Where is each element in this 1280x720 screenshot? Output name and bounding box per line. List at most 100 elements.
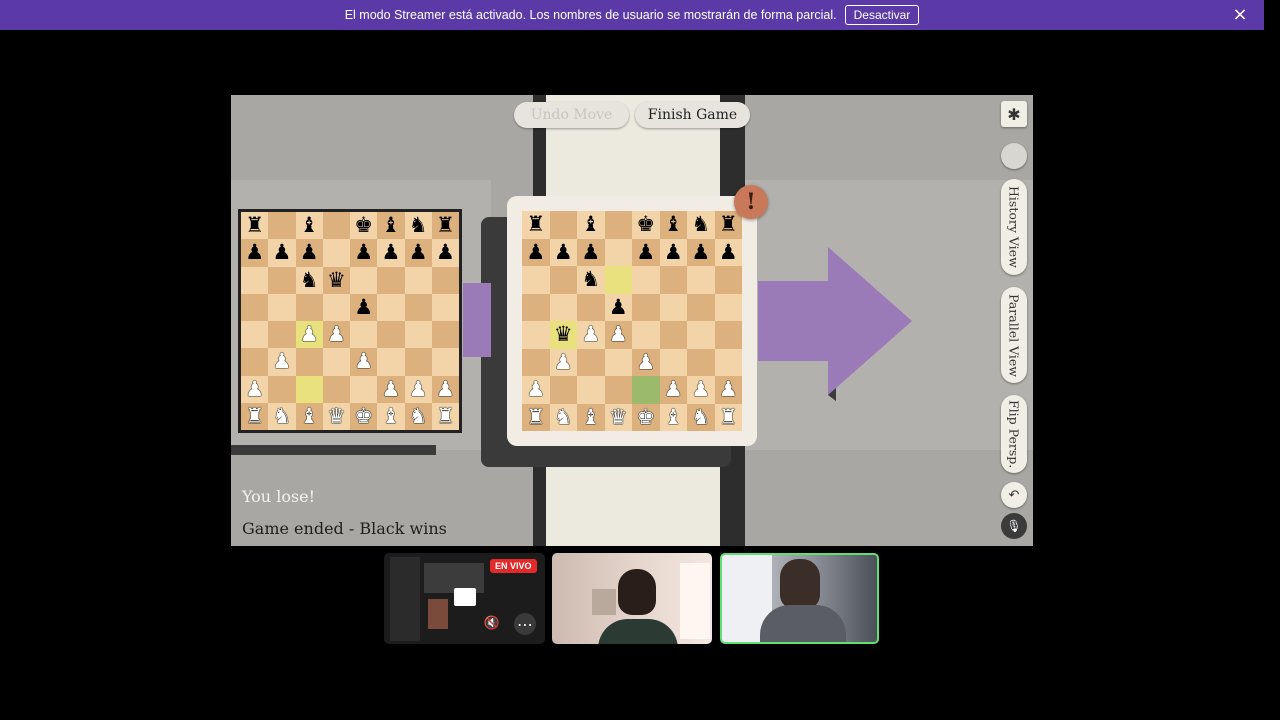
white-queen-icon[interactable]: ♛ — [327, 405, 346, 427]
square-f6[interactable] — [659, 266, 687, 294]
square-g4[interactable] — [404, 321, 432, 349]
square-a2[interactable]: ♟ — [241, 375, 269, 403]
square-h2[interactable]: ♟ — [714, 376, 742, 404]
white-knight-icon[interactable]: ♞ — [554, 406, 573, 428]
white-rook-icon[interactable]: ♜ — [526, 406, 545, 428]
square-g2[interactable]: ♟ — [404, 375, 432, 403]
square-h4[interactable] — [431, 321, 459, 349]
mute-icon[interactable]: 🔇 — [482, 613, 502, 633]
square-a8[interactable]: ♜ — [522, 211, 550, 239]
square-d2[interactable] — [322, 375, 350, 403]
square-h5[interactable] — [714, 293, 742, 321]
board-grid[interactable]: ♜ ♝ ♚ ♝ ♞ ♜ ♟ ♟ ♟ ♟ ♟ ♟ ♟ ♞ ♟ ♛ ♟ ♟ ♟ ♟ ♟ ♟ ♟ ♟ ♜ ♞ ♝ ♛ ♚ ♝ ♞ ♜ — [522, 211, 742, 431]
white-bishop-icon[interactable]: ♝ — [381, 405, 400, 427]
square-c4[interactable]: ♟ — [295, 321, 323, 349]
square-c3[interactable] — [295, 348, 323, 376]
square-b1[interactable]: ♞ — [268, 402, 296, 430]
square-c2[interactable] — [577, 376, 605, 404]
black-bishop-icon[interactable]: ♝ — [381, 215, 400, 236]
square-f4[interactable] — [659, 321, 687, 349]
square-d1[interactable]: ♛ — [604, 403, 632, 431]
square-h7[interactable]: ♟ — [431, 239, 459, 267]
square-c6[interactable]: ♞ — [295, 266, 323, 294]
square-f8[interactable]: ♝ — [377, 212, 405, 240]
black-pawn-icon[interactable]: ♟ — [354, 296, 373, 318]
square-a2[interactable]: ♟ — [522, 376, 550, 404]
board-grid[interactable]: ♜ ♝ ♚ ♝ ♞ ♜ ♟ ♟ ♟ ♟ ♟ ♟ ♟ ♞ ♛ ♟ ♟ ♟ ♟ ♟ ♟ ♟ ♟ ♟ ♜ ♞ ♝ ♛ ♚ ♝ ♞ ♜ — [241, 212, 459, 430]
white-pawn-icon[interactable]: ♟ — [327, 324, 346, 345]
square-g1[interactable]: ♞ — [687, 403, 715, 431]
black-pawn-icon[interactable]: ♟ — [436, 242, 455, 263]
chess-board-past[interactable]: ♜ ♝ ♚ ♝ ♞ ♜ ♟ ♟ ♟ ♟ ♟ ♟ ♟ ♞ ♛ ♟ ♟ ♟ ♟ ♟ ♟ ♟ ♟ ♟ ♜ ♞ ♝ ♛ ♚ ♝ ♞ ♜ — [238, 209, 462, 433]
square-g8[interactable]: ♞ — [404, 212, 432, 240]
square-e1[interactable]: ♚ — [350, 402, 378, 430]
black-rook-icon[interactable]: ♜ — [245, 215, 264, 236]
square-f4[interactable] — [377, 321, 405, 349]
square-h6[interactable] — [431, 266, 459, 294]
square-e8[interactable]: ♚ — [632, 211, 660, 239]
white-knight-icon[interactable]: ♞ — [409, 405, 428, 427]
undo-move-button[interactable]: Undo Move — [514, 102, 629, 128]
black-pawn-icon[interactable]: ♟ — [245, 242, 264, 263]
square-a1[interactable]: ♜ — [241, 402, 269, 430]
white-pawn-icon[interactable]: ♟ — [409, 378, 428, 400]
square-b2[interactable] — [549, 376, 577, 404]
square-h1[interactable]: ♜ — [431, 402, 459, 430]
square-e2[interactable] — [350, 375, 378, 403]
square-a1[interactable]: ♜ — [522, 403, 550, 431]
square-b6[interactable] — [268, 266, 296, 294]
finish-game-button[interactable]: Finish Game — [635, 102, 750, 128]
black-king-icon[interactable]: ♚ — [636, 214, 655, 235]
screen-share-icon[interactable] — [454, 588, 476, 606]
square-f2[interactable]: ♟ — [377, 375, 405, 403]
square-b2[interactable] — [268, 375, 296, 403]
white-rook-icon[interactable]: ♜ — [245, 405, 264, 427]
square-a5[interactable] — [522, 293, 550, 321]
square-a6[interactable] — [241, 266, 269, 294]
square-a3[interactable] — [522, 348, 550, 376]
square-a7[interactable]: ♟ — [241, 239, 269, 267]
square-e6[interactable] — [632, 266, 660, 294]
square-d6[interactable]: ♛ — [322, 266, 350, 294]
white-pawn-icon[interactable]: ♟ — [581, 324, 600, 345]
square-f3[interactable] — [377, 348, 405, 376]
white-pawn-icon[interactable]: ♟ — [381, 378, 400, 400]
black-knight-icon[interactable]: ♞ — [300, 269, 319, 291]
square-f2[interactable]: ♟ — [659, 376, 687, 404]
square-b8[interactable] — [549, 211, 577, 239]
white-queen-icon[interactable]: ♛ — [609, 406, 628, 428]
square-c7[interactable]: ♟ — [295, 239, 323, 267]
black-rook-icon[interactable]: ♜ — [436, 215, 455, 236]
square-b6[interactable] — [549, 266, 577, 294]
white-king-icon[interactable]: ♚ — [636, 406, 655, 428]
black-pawn-icon[interactable]: ♟ — [409, 242, 428, 263]
square-e4[interactable] — [350, 321, 378, 349]
square-c3[interactable] — [577, 348, 605, 376]
history-view-button[interactable]: History View — [1001, 179, 1027, 275]
square-b7[interactable]: ♟ — [549, 238, 577, 266]
white-pawn-icon[interactable]: ♟ — [300, 324, 319, 345]
white-pawn-icon[interactable]: ♟ — [664, 379, 683, 400]
square-g7[interactable]: ♟ — [404, 239, 432, 267]
participant-video-tile-active[interactable] — [720, 553, 879, 644]
square-d1[interactable]: ♛ — [322, 402, 350, 430]
mic-icon[interactable]: 🎙 — [1001, 513, 1027, 539]
square-b4[interactable] — [268, 321, 296, 349]
square-a7[interactable]: ♟ — [522, 238, 550, 266]
white-pawn-icon[interactable]: ♟ — [719, 379, 738, 400]
black-pawn-icon[interactable]: ♟ — [272, 242, 291, 263]
white-pawn-icon[interactable]: ♟ — [272, 351, 291, 372]
square-c1[interactable]: ♝ — [295, 402, 323, 430]
square-e5[interactable] — [632, 293, 660, 321]
black-queen-icon[interactable]: ♛ — [327, 269, 346, 291]
square-c8[interactable]: ♝ — [577, 211, 605, 239]
square-f1[interactable]: ♝ — [377, 402, 405, 430]
square-h1[interactable]: ♜ — [714, 403, 742, 431]
black-king-icon[interactable]: ♚ — [354, 215, 373, 236]
black-pawn-icon[interactable]: ♟ — [691, 241, 710, 263]
square-d8[interactable] — [604, 211, 632, 239]
square-b7[interactable]: ♟ — [268, 239, 296, 267]
square-d3[interactable] — [322, 348, 350, 376]
square-g4[interactable] — [687, 321, 715, 349]
black-knight-icon[interactable]: ♞ — [691, 214, 710, 235]
